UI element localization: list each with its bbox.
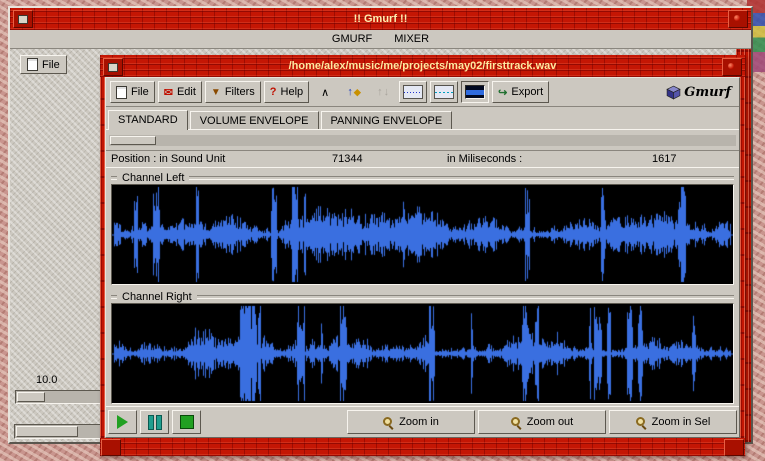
position-ms-value: 1617: [652, 153, 734, 165]
bottom-toolbar: Zoom in Zoom out Zoom in Sel: [106, 406, 739, 437]
scale-value: 10.0: [36, 374, 57, 386]
wave-editor-window: /home/alex/music/me/projects/may02/first…: [100, 55, 745, 456]
channel-right-header: Channel Right: [111, 290, 734, 303]
arrow-up-disabled-icon: ↑: [377, 86, 383, 98]
pause-icon: [148, 415, 162, 430]
channel-right-label: Channel Right: [122, 291, 192, 303]
filters-button-label: Filters: [225, 86, 255, 98]
waveform-left-canvas[interactable]: [112, 185, 733, 284]
window-menu-icon: [108, 63, 118, 72]
play-icon: [117, 415, 128, 429]
editor-window-title: /home/alex/music/me/projects/may02/first…: [289, 60, 557, 72]
channel-left-label: Channel Left: [122, 172, 184, 184]
main-window-title: !! Gmurf !!: [354, 13, 408, 25]
editor-window-menu-icon[interactable]: [103, 58, 123, 76]
zoom-in-label: Zoom in: [399, 416, 439, 428]
channel-left-header: Channel Left: [111, 171, 734, 184]
window-menu-icon: [18, 15, 28, 24]
stop-button[interactable]: [172, 410, 201, 434]
tab-panning-envelope[interactable]: PANNING ENVELOPE: [321, 111, 453, 129]
file-icon: [116, 86, 127, 99]
waveform-right-canvas[interactable]: [112, 304, 733, 403]
channel-right-waveform[interactable]: [111, 303, 734, 404]
editor-right-border: [740, 77, 745, 438]
filters-funnel-icon: ▼: [211, 87, 221, 98]
editor-window-close-button[interactable]: [722, 58, 742, 76]
main-titlebar[interactable]: !! Gmurf !!: [10, 8, 751, 30]
menu-mixer[interactable]: MIXER: [394, 33, 429, 45]
dashed-wave-icon: [434, 85, 454, 99]
play-button[interactable]: [108, 410, 137, 434]
scale-slider[interactable]: [15, 390, 105, 404]
channel-right-group: Channel Right: [111, 290, 734, 404]
zoom-in-icon: [383, 417, 394, 428]
bottom-right-corner-cap[interactable]: [724, 439, 744, 456]
export-icon: ↪: [498, 86, 507, 99]
file-button[interactable]: File: [110, 81, 155, 103]
pause-button[interactable]: [140, 410, 169, 434]
help-icon: ?: [270, 86, 277, 98]
main-file-menu[interactable]: File: [20, 55, 67, 74]
wave-view-solid-button[interactable]: [461, 81, 489, 103]
zoom-out-icon: [511, 417, 522, 428]
position-sound-unit-value: 71344: [332, 153, 447, 165]
wave-scrollbar[interactable]: [109, 135, 736, 146]
zoom-out-label: Zoom out: [527, 416, 573, 428]
close-icon: [728, 63, 734, 69]
gmurf-logo-text: Gmurf: [684, 85, 731, 100]
gmurf-logo: Gmurf: [666, 85, 735, 100]
help-button[interactable]: ? Help: [264, 81, 309, 103]
caret-up-button[interactable]: ∧: [312, 82, 338, 102]
filters-button[interactable]: ▼ Filters: [205, 81, 261, 103]
wave-view-dotted-button[interactable]: [399, 81, 427, 103]
edit-button[interactable]: ✉ Edit: [158, 81, 202, 103]
navigate-markers-button[interactable]: ↑ ◆: [341, 82, 367, 102]
position-ms-label: in Miliseconds :: [447, 153, 652, 165]
zoom-out-button[interactable]: Zoom out: [478, 410, 606, 434]
tab-standard[interactable]: STANDARD: [108, 110, 188, 130]
bottom-left-corner-cap[interactable]: [101, 439, 121, 456]
help-button-label: Help: [281, 86, 304, 98]
scale-slider-handle[interactable]: [17, 392, 45, 402]
main-menubar: GMURF MIXER: [10, 30, 751, 49]
zoom-in-sel-label: Zoom in Sel: [652, 416, 711, 428]
file-icon: [27, 58, 38, 71]
gmurf-cube-icon: [666, 85, 681, 100]
desktop: !! Gmurf !! GMURF MIXER File 10.0 /hom: [0, 0, 765, 461]
solid-wave-icon: [465, 85, 485, 99]
export-button-label: Export: [511, 86, 543, 98]
editor-bottom-border: [100, 438, 745, 456]
file-button-label: File: [131, 86, 149, 98]
edit-icon: ✉: [164, 86, 173, 99]
editor-tabs: STANDARD VOLUME ENVELOPE PANNING ENVELOP…: [106, 107, 739, 130]
channel-left-waveform[interactable]: [111, 184, 734, 285]
tab-volume-envelope[interactable]: VOLUME ENVELOPE: [190, 111, 319, 129]
zoom-in-sel-button[interactable]: Zoom in Sel: [609, 410, 737, 434]
arrow-down-disabled-icon: ↓: [384, 86, 390, 98]
editor-toolbar: File ✉ Edit ▼ Filters ? Help: [106, 78, 739, 107]
wave-view-dashed-button[interactable]: [430, 81, 458, 103]
wave-scrollbar-handle[interactable]: [110, 136, 156, 145]
arrow-up-icon: ↑: [347, 86, 353, 98]
position-sound-unit-label: Position : in Sound Unit: [111, 153, 332, 165]
caret-up-icon: ∧: [321, 86, 329, 99]
main-hscroll-handle[interactable]: [16, 426, 78, 437]
export-button[interactable]: ↪ Export: [492, 81, 549, 103]
channel-left-group: Channel Left: [111, 171, 734, 285]
close-icon: [734, 15, 740, 21]
stop-icon: [180, 415, 194, 429]
dotted-wave-icon: [403, 85, 423, 99]
diamond-icon: ◆: [354, 87, 361, 98]
editor-titlebar[interactable]: /home/alex/music/me/projects/may02/first…: [100, 55, 745, 77]
zoom-in-sel-icon: [636, 417, 647, 428]
main-window-close-button[interactable]: [728, 10, 748, 28]
main-window-menu-icon[interactable]: [13, 10, 33, 28]
navigate-markers-disabled-button[interactable]: ↑ ↓: [370, 82, 396, 102]
menu-gmurf[interactable]: GMURF: [332, 33, 372, 45]
position-readout: Position : in Sound Unit 71344 in Milise…: [106, 150, 739, 168]
zoom-in-button[interactable]: Zoom in: [347, 410, 475, 434]
main-file-menu-label: File: [42, 59, 60, 71]
edit-button-label: Edit: [177, 86, 196, 98]
